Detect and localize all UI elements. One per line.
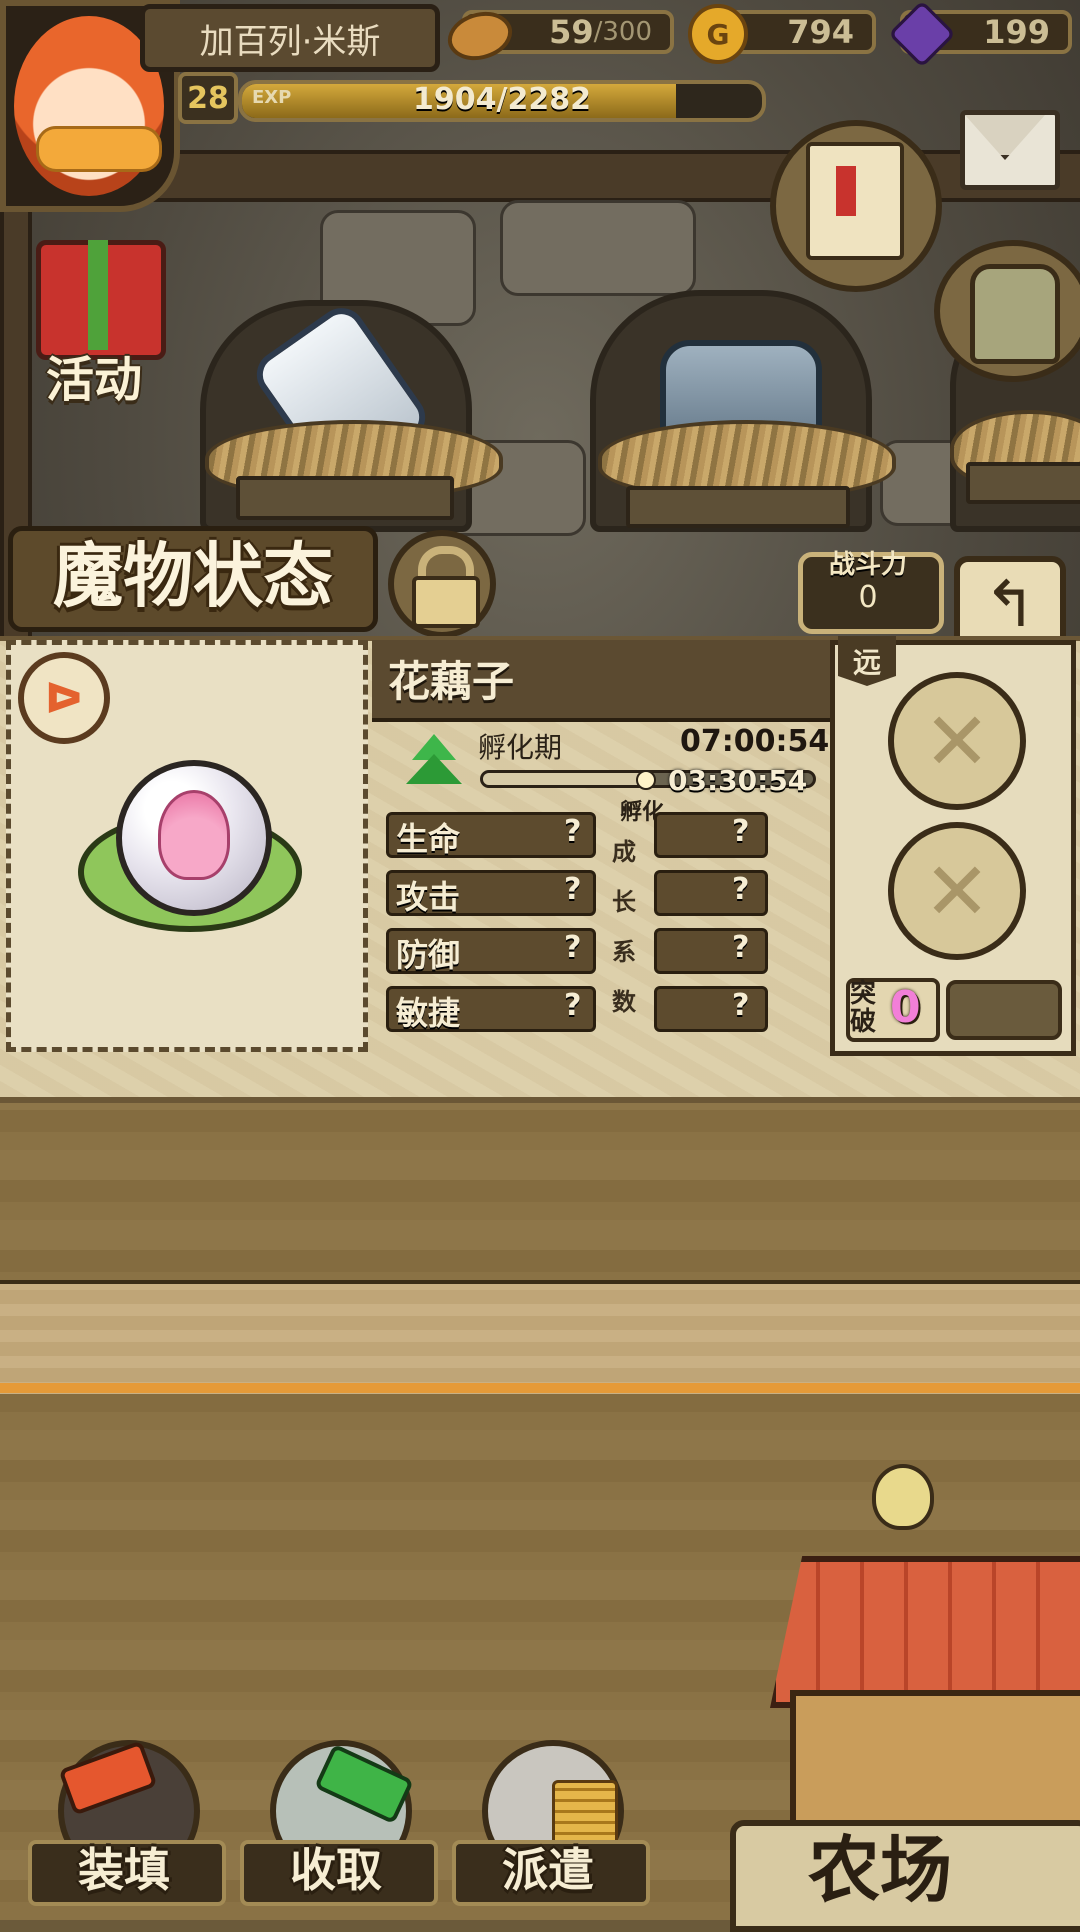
- stat-value-attack: ?: [564, 872, 582, 907]
- gift-ribbon: [88, 240, 108, 350]
- stat-label-agility: 敏捷: [396, 994, 461, 1032]
- stat-value-agility: ?: [564, 988, 582, 1023]
- growth-value-hp: ?: [732, 814, 750, 849]
- load-button[interactable]: 装填: [28, 1740, 226, 1906]
- chick-sprite[interactable]: [872, 1464, 934, 1530]
- barn-roof: [770, 1556, 1080, 1708]
- combat-power-value: 0: [858, 580, 878, 615]
- growth-label-char: 长: [612, 888, 636, 916]
- skill-slot-empty[interactable]: ✕: [888, 672, 1026, 810]
- lock-icon: [412, 576, 480, 628]
- breakthrough-label: 突破: [850, 979, 877, 1037]
- growth-row-attack: [654, 870, 768, 916]
- page-title: 魔物状态: [53, 534, 333, 617]
- coin-stack-icon: [552, 1780, 618, 1846]
- gold-value: 794: [787, 13, 854, 51]
- skill-slot-empty[interactable]: ✕: [888, 822, 1026, 960]
- avatar-scarf: [36, 126, 162, 172]
- stat-value-defense: ?: [564, 930, 582, 965]
- dispatch-label: 派遣: [502, 1843, 594, 1897]
- lock-button[interactable]: [388, 530, 496, 638]
- mail-flap: [965, 115, 1045, 160]
- bread-value: 59: [549, 13, 594, 51]
- backpack-body: [970, 264, 1060, 364]
- stat-value-hp: ?: [564, 814, 582, 849]
- monster-name: 花藕子: [388, 657, 515, 706]
- gem-value: 199: [983, 13, 1050, 51]
- hatch-progress-knob: [636, 770, 656, 790]
- breakthrough-slot[interactable]: [946, 980, 1062, 1040]
- collect-label: 收取: [290, 1843, 382, 1897]
- hatch-phase-label: 孵化期: [478, 731, 563, 764]
- scroll-mark: [836, 166, 856, 216]
- range-tag: 远: [838, 636, 896, 686]
- growth-label-char: 成: [612, 838, 636, 866]
- nest-plaque: [236, 476, 454, 520]
- growth-row-agility: [654, 986, 768, 1032]
- mail-icon[interactable]: [960, 110, 1060, 190]
- dispatch-button[interactable]: 派遣: [452, 1740, 650, 1906]
- growth-value-attack: ?: [732, 872, 750, 907]
- hatch-progress-fill: [483, 773, 648, 785]
- lotus-bud-icon: [158, 790, 230, 880]
- backpack-icon[interactable]: [934, 240, 1080, 382]
- stat-label-hp: 生命: [396, 820, 461, 858]
- load-label: 装填: [78, 1843, 170, 1897]
- activity-label: 活动: [45, 352, 142, 408]
- combat-power-label: 战斗力: [828, 550, 907, 580]
- farm-button-label: 农场: [807, 1827, 952, 1912]
- hatch-total-timer: 07:00:54: [680, 724, 830, 759]
- exp-value: 1904/2282: [413, 82, 591, 117]
- player-level: 28: [178, 72, 238, 124]
- growth-label-char: 系: [612, 938, 636, 966]
- quest-scroll-icon[interactable]: [770, 120, 942, 292]
- exp-bar: EXP 1904/2282: [238, 80, 766, 122]
- nest-plaque: [626, 486, 850, 528]
- growth-row-defense: [654, 928, 768, 974]
- growth-label-char: 数: [612, 988, 636, 1016]
- ground-edge: [0, 1383, 1080, 1393]
- activity-button[interactable]: 活动: [14, 220, 184, 410]
- gold-coin-icon: G: [688, 4, 748, 64]
- growth-value-agility: ?: [732, 988, 750, 1023]
- player-name: 加百列·米斯: [140, 4, 440, 72]
- monster-type-badge[interactable]: ᐅ: [18, 652, 110, 744]
- collect-button[interactable]: 收取: [240, 1740, 438, 1906]
- hatch-remaining-timer: 03:30:54: [668, 764, 808, 797]
- sand-band: [0, 1280, 1080, 1394]
- stat-label-defense: 防御: [396, 936, 461, 974]
- stat-label-attack: 攻击: [396, 878, 461, 916]
- nest-plaque: [966, 462, 1080, 504]
- growth-row-hp: [654, 812, 768, 858]
- rank-up-icon: [398, 730, 468, 796]
- wall-stone: [500, 200, 696, 296]
- rank-arrow-bottom: [406, 754, 462, 784]
- breakthrough-value: 0: [890, 982, 921, 1033]
- bread-max: /300: [593, 17, 652, 47]
- growth-value-defense: ?: [732, 930, 750, 965]
